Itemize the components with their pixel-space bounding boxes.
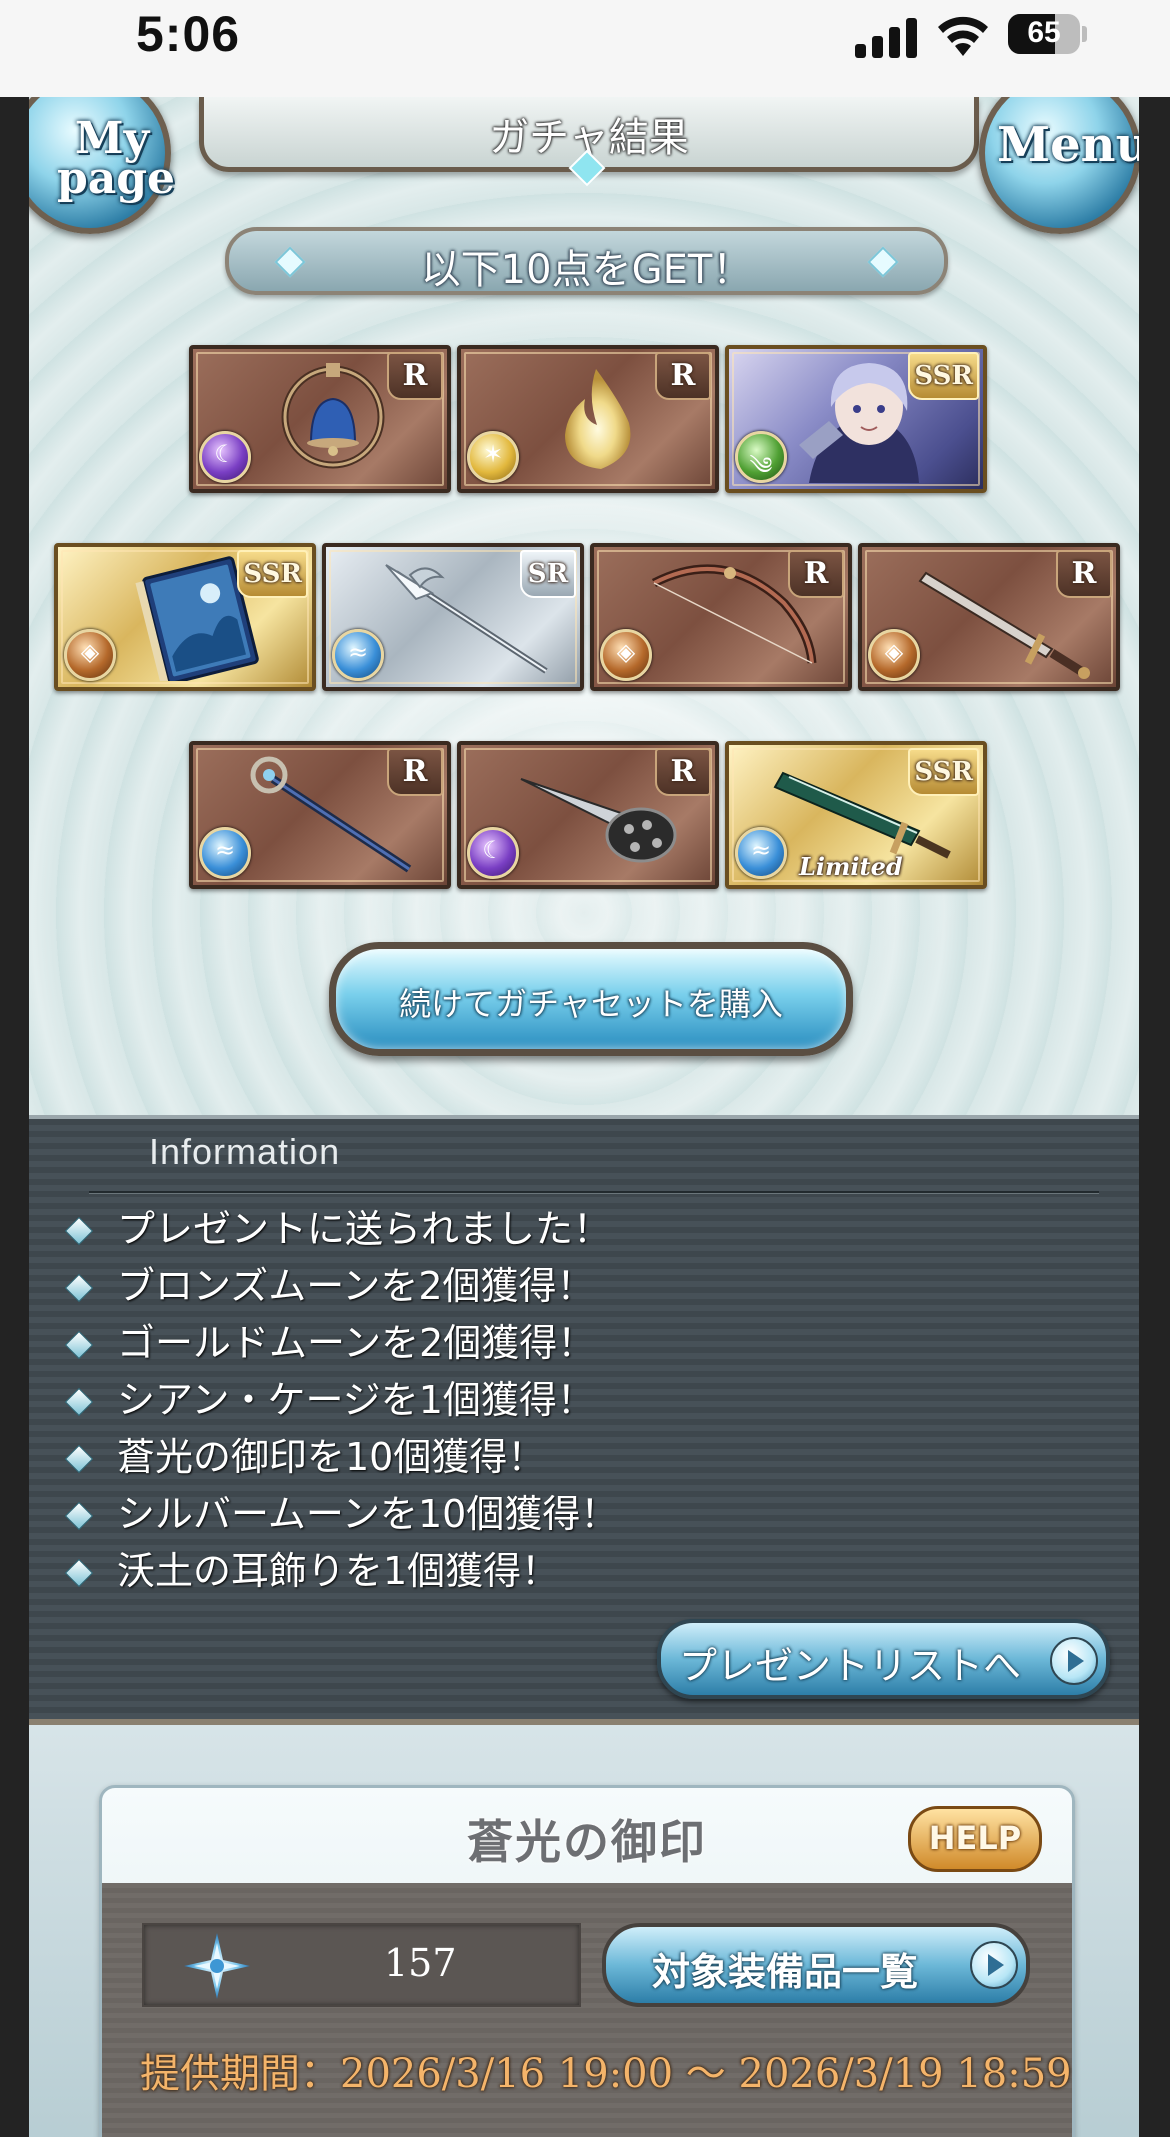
rarity-badge: SSR (908, 748, 979, 796)
present-list-label: プレゼントリストへ (679, 1644, 1022, 1688)
battery-nub (1082, 26, 1087, 42)
battery-icon: 65 (1008, 14, 1080, 54)
diamond-bullet-icon (64, 1273, 94, 1303)
list-item-text: ブロンズムーンを2個獲得！ (117, 1264, 595, 1308)
list-item: シルバームーンを10個獲得！ (59, 1486, 618, 1543)
information-heading: Information (149, 1131, 341, 1172)
result-card[interactable]: SSR ༄ (725, 345, 987, 493)
result-card[interactable]: R ☾ (189, 345, 451, 493)
element-glyph: ◈ (80, 638, 100, 666)
continue-gacha-label: 続けてガチャセットを購入 (399, 985, 783, 1023)
element-glyph: ◈ (616, 638, 636, 666)
rarity-badge: R (655, 748, 711, 796)
list-item-text: プレゼントに送られました！ (117, 1207, 612, 1251)
game-view: ガチャ結果 My page Menu 以下10点をGET！ R ☾ R ✶ SS… (29, 97, 1139, 2137)
my-page-label[interactable]: My page (57, 117, 176, 204)
result-card[interactable]: SSR ◈ (54, 543, 316, 691)
rarity-badge: R (1056, 550, 1112, 598)
menu-label[interactable]: Menu (997, 117, 1139, 173)
rarity-badge: R (387, 352, 443, 400)
arrow-right-icon (970, 1941, 1018, 1989)
list-item: ブロンズムーンを2個獲得！ (59, 1258, 618, 1315)
element-glyph: ◈ (884, 638, 904, 666)
result-banner: 以下10点をGET！ (225, 227, 948, 295)
list-item-text: シルバームーンを10個獲得！ (117, 1492, 619, 1536)
diamond-bullet-icon (64, 1216, 94, 1246)
seal-count-box: 157 (142, 1923, 581, 2007)
rarity-badge: SSR (237, 550, 308, 598)
element-glyph: ✶ (482, 440, 504, 468)
rarity-badge: SSR (908, 352, 979, 400)
present-list-button[interactable]: プレゼントリストへ (657, 1619, 1110, 1699)
light-element-icon: ✶ (467, 431, 519, 483)
wifi-icon (938, 16, 988, 56)
result-card[interactable]: SSR ≈ Limited (725, 741, 987, 889)
seal-crest-icon (184, 1933, 250, 1999)
element-glyph: ≈ (750, 836, 772, 864)
wind-element-icon: ༄ (735, 431, 787, 483)
result-card[interactable]: R ✶ (457, 345, 719, 493)
water-element-icon: ≈ (199, 827, 251, 879)
arrow-right-icon (1050, 1637, 1098, 1685)
water-element-icon: ≈ (332, 629, 384, 681)
element-glyph: ≈ (214, 836, 236, 864)
diamond-bullet-icon (64, 1558, 94, 1588)
status-bar: 5:06 65 (0, 0, 1170, 97)
result-banner-text: 以下10点をGET！ (420, 247, 753, 293)
earth-element-icon: ◈ (868, 629, 920, 681)
gacha-result-area: ガチャ結果 My page Menu 以下10点をGET！ R ☾ R ✶ SS… (29, 97, 1139, 1117)
information-list: プレゼントに送られました！ ブロンズムーンを2個獲得！ ゴールドムーンを2個獲得… (59, 1201, 618, 1600)
diamond-bullet-icon (64, 1444, 94, 1474)
seal-count: 157 (384, 1941, 457, 1985)
my-page-label-line2: page (57, 153, 176, 204)
list-item: シアン・ケージを1個獲得！ (59, 1372, 618, 1429)
list-item: 沃土の耳飾りを1個獲得！ (59, 1543, 618, 1600)
diamond-bullet-icon (64, 1501, 94, 1531)
information-panel: Information プレゼントに送られました！ ブロンズムーンを2個獲得！ … (29, 1115, 1139, 1719)
dark-element-icon: ☾ (467, 827, 519, 879)
signal-icon (855, 18, 917, 58)
divider (89, 1191, 1099, 1194)
diamond-bullet-icon (64, 1387, 94, 1417)
diamond-bullet-icon (64, 1330, 94, 1360)
list-item: ゴールドムーンを2個獲得！ (59, 1315, 618, 1372)
list-item-text: 沃土の耳飾りを1個獲得！ (117, 1549, 560, 1593)
list-item: 蒼光の御印を10個獲得！ (59, 1429, 618, 1486)
earth-element-icon: ◈ (64, 629, 116, 681)
element-glyph: ☾ (214, 440, 236, 468)
element-glyph: ༄ (749, 452, 773, 480)
help-button[interactable]: HELP (908, 1806, 1042, 1872)
dark-element-icon: ☾ (199, 431, 251, 483)
rarity-badge: R (788, 550, 844, 598)
result-card[interactable]: R ◈ (590, 543, 852, 691)
list-item-text: 蒼光の御印を10個獲得！ (117, 1435, 546, 1479)
element-glyph: ≈ (347, 638, 369, 666)
status-time: 5:06 (136, 6, 241, 62)
header-frame: ガチャ結果 (199, 97, 979, 187)
rarity-badge: R (387, 748, 443, 796)
target-equipment-button[interactable]: 対象装備品一覧 (602, 1923, 1030, 2007)
target-equipment-label: 対象装備品一覧 (652, 1950, 919, 1994)
seal-details: 157 対象装備品一覧 提供期間：2026/3/16 19:00 〜 2026/… (102, 1883, 1072, 2137)
result-card[interactable]: SR ≈ (322, 543, 584, 691)
limited-badge: Limited (799, 852, 903, 881)
offer-period: 提供期間：2026/3/16 19:00 〜 2026/3/19 18:59 (140, 2051, 1072, 2097)
rarity-badge: R (655, 352, 711, 400)
earth-element-icon: ◈ (600, 629, 652, 681)
water-element-icon: ≈ (735, 827, 787, 879)
list-item: プレゼントに送られました！ (59, 1201, 618, 1258)
rarity-badge: SR (520, 550, 576, 598)
seal-card: 蒼光の御印 HELP 157 対象装備品一覧 提供期間：2026/3/16 19… (99, 1785, 1075, 2137)
result-card[interactable]: R ≈ (189, 741, 451, 889)
seal-section: 蒼光の御印 HELP 157 対象装備品一覧 提供期間：2026/3/16 19… (29, 1719, 1139, 2137)
list-item-text: ゴールドムーンを2個獲得！ (117, 1321, 596, 1365)
help-label: HELP (928, 1819, 1022, 1857)
battery-level: 65 (1027, 16, 1061, 49)
result-card[interactable]: R ☾ (457, 741, 719, 889)
continue-gacha-button[interactable]: 続けてガチャセットを購入 (329, 942, 853, 1056)
element-glyph: ☾ (482, 836, 504, 864)
list-item-text: シアン・ケージを1個獲得！ (117, 1378, 595, 1422)
result-card[interactable]: R ◈ (858, 543, 1120, 691)
